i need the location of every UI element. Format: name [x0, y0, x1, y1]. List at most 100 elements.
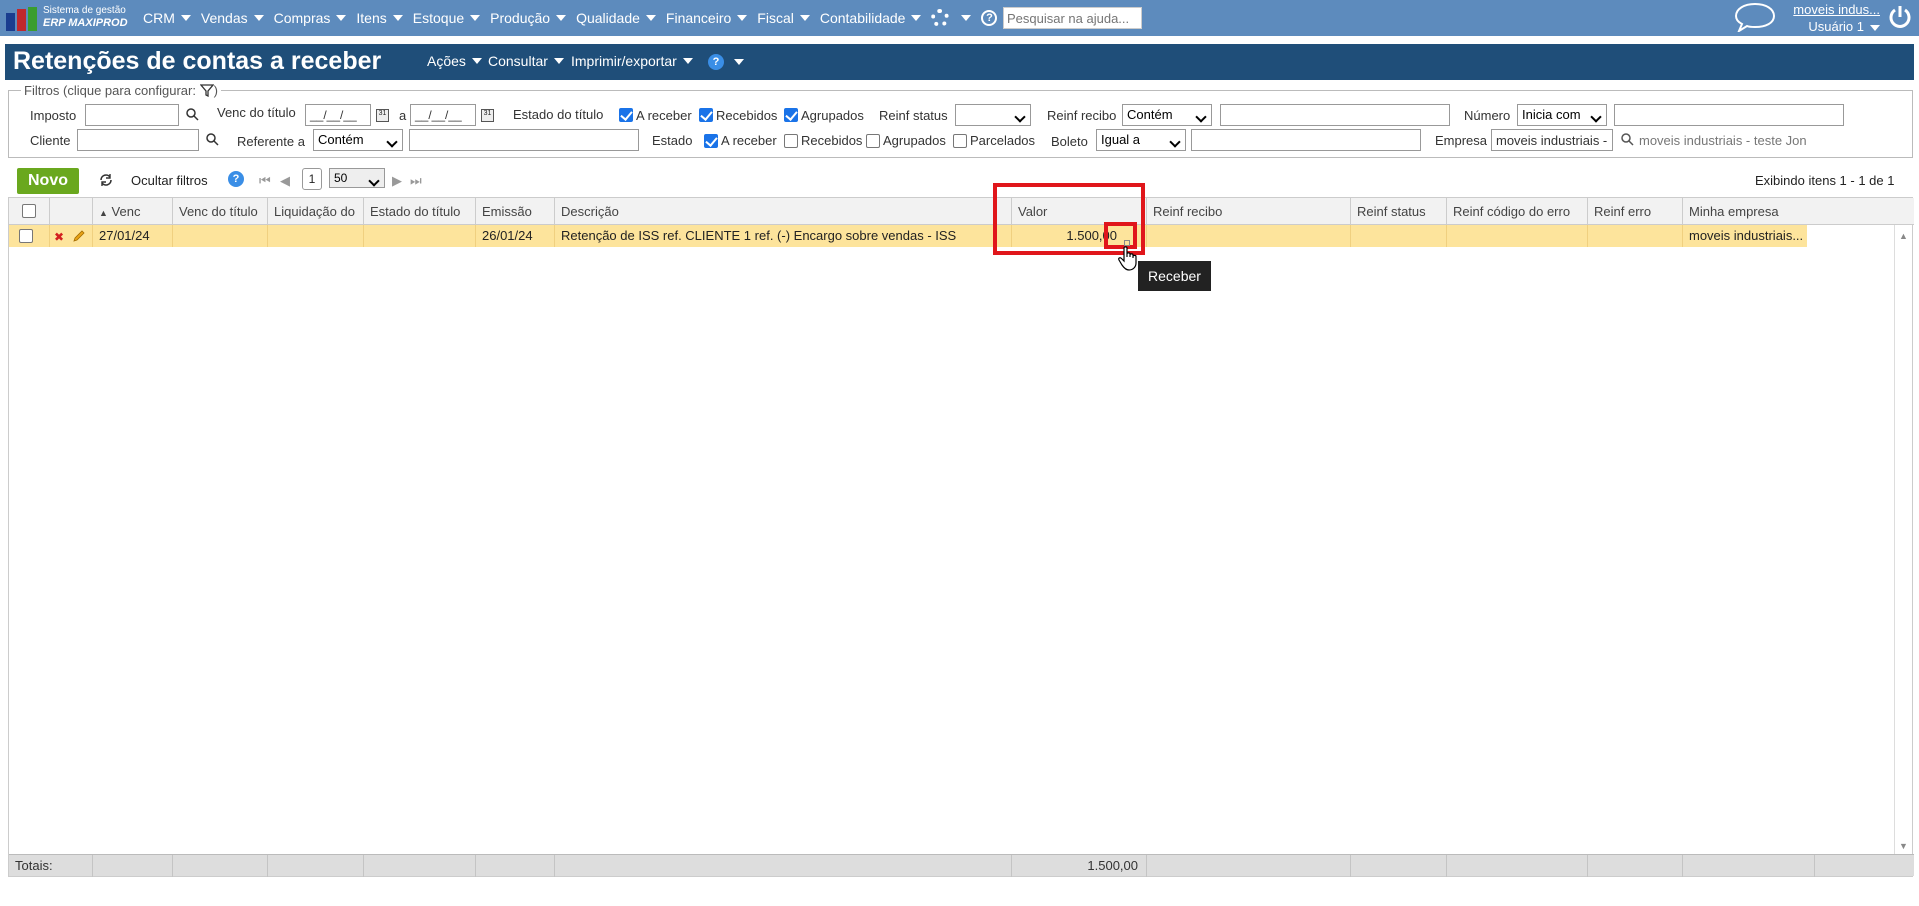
search-icon[interactable]: [1621, 133, 1634, 146]
menu-compras[interactable]: Compras: [274, 10, 347, 26]
menu-vendas[interactable]: Vendas: [201, 10, 264, 26]
prev-page-icon[interactable]: ◀: [280, 173, 290, 189]
menu-qualidade[interactable]: Qualidade: [576, 10, 656, 26]
estado-parcelados-checkbox[interactable]: [953, 134, 967, 148]
menu-estoque[interactable]: Estoque: [413, 10, 481, 26]
vertical-scrollbar[interactable]: ▲ ▼: [1894, 225, 1912, 855]
page-help[interactable]: ?: [708, 54, 744, 70]
boleto-input[interactable]: [1191, 129, 1421, 151]
ocultar-filtros-button[interactable]: Ocultar filtros: [131, 173, 208, 188]
cell-liquidacao: [268, 225, 364, 247]
imposto-input[interactable]: [85, 104, 179, 126]
filters-panel: Filtros (clique para configurar: ) Impos…: [8, 83, 1913, 158]
refresh-icon[interactable]: [98, 173, 114, 187]
totals-cell: [476, 855, 555, 877]
estado-agrupados-checkbox[interactable]: [866, 134, 880, 148]
page-number[interactable]: 1: [302, 168, 322, 190]
col-liquidacao[interactable]: Liquidação do: [268, 198, 364, 225]
numero-input[interactable]: [1614, 104, 1844, 126]
consultar-menu[interactable]: Consultar: [488, 53, 564, 69]
last-page-icon[interactable]: ⏭: [410, 173, 422, 189]
menu-crm[interactable]: CRM: [143, 10, 191, 26]
imprimir-menu[interactable]: Imprimir/exportar: [571, 53, 693, 69]
estado-parcelados-label: Parcelados: [970, 133, 1036, 148]
filters-legend[interactable]: Filtros (clique para configurar: ): [21, 83, 221, 98]
agrupados-label: Agrupados: [801, 108, 864, 123]
page-header: Retenções de contas a receber Ações Cons…: [5, 44, 1914, 80]
totals-row: Totais: 1.500,00: [9, 854, 1914, 877]
col-reinf-status[interactable]: Reinf status: [1351, 198, 1447, 225]
power-icon[interactable]: [1887, 4, 1913, 30]
reinf-recibo-input[interactable]: [1220, 104, 1450, 126]
estado-label: Estado: [652, 133, 693, 148]
search-icon[interactable]: [206, 133, 219, 146]
scroll-down-icon[interactable]: ▼: [1899, 841, 1908, 851]
referente-input[interactable]: [409, 129, 639, 151]
col-reinf-recibo[interactable]: Reinf recibo: [1147, 198, 1351, 225]
recebidos-checkbox[interactable]: [699, 108, 713, 122]
filter-icon[interactable]: [199, 84, 214, 98]
col-descricao[interactable]: Descrição: [555, 198, 1012, 225]
col-reinf-codigo-erro[interactable]: Reinf código do erro: [1447, 198, 1588, 225]
reinf-recibo-select[interactable]: Contém: [1122, 104, 1212, 126]
row-checkbox[interactable]: [19, 229, 33, 243]
totals-cell: [1683, 855, 1815, 877]
app-logo[interactable]: Sistema de gestão ERP MAXIPROD: [6, 4, 136, 32]
help-icon: ?: [981, 10, 998, 26]
delete-icon[interactable]: ✖: [54, 226, 64, 247]
col-minha-empresa[interactable]: Minha empresa: [1683, 198, 1807, 225]
first-page-icon[interactable]: ⏮: [259, 173, 271, 189]
a-receber-label: A receber: [636, 108, 692, 123]
novo-button[interactable]: Novo: [17, 168, 79, 194]
col-venc[interactable]: ▲ Venc: [93, 198, 173, 225]
a-receber-checkbox[interactable]: [619, 108, 633, 122]
actions-header: [50, 198, 93, 225]
numero-select[interactable]: Inicia com: [1517, 104, 1607, 126]
select-all-checkbox[interactable]: [22, 204, 36, 218]
table-row[interactable]: ✖ 27/01/24 26/01/24 Retenção de ISS ref.…: [9, 225, 1807, 247]
col-venc-titulo[interactable]: Venc do título: [173, 198, 268, 225]
reinf-status-select[interactable]: [955, 104, 1031, 126]
search-icon[interactable]: [186, 108, 199, 121]
totals-cell: [173, 855, 268, 877]
agrupados-checkbox[interactable]: [784, 108, 798, 122]
estado-a-receber-checkbox[interactable]: [704, 134, 718, 148]
boleto-select[interactable]: Igual a: [1096, 129, 1186, 151]
boleto-label: Boleto: [1051, 134, 1088, 149]
edit-pencil-icon[interactable]: [72, 229, 86, 243]
col-estado-titulo[interactable]: Estado do título: [364, 198, 476, 225]
cell-descricao: Retenção de ISS ref. CLIENTE 1 ref. (-) …: [555, 225, 1012, 247]
col-reinf-erro[interactable]: Reinf erro: [1588, 198, 1683, 225]
logo-icon: [6, 7, 37, 31]
gear-icon: [931, 9, 950, 27]
user-name[interactable]: Usuário 1: [1784, 18, 1880, 35]
menu-itens[interactable]: Itens: [356, 10, 403, 26]
next-page-icon[interactable]: ▶: [392, 173, 402, 189]
menu-financeiro[interactable]: Financeiro: [666, 10, 748, 26]
menu-fiscal[interactable]: Fiscal: [757, 10, 810, 26]
chat-icon[interactable]: [1734, 2, 1776, 32]
cliente-input[interactable]: [77, 129, 199, 151]
help-icon[interactable]: ?: [228, 171, 244, 187]
per-page-select[interactable]: 50: [329, 168, 385, 188]
page-title: Retenções de contas a receber: [13, 47, 382, 75]
col-emissao[interactable]: Emissão: [476, 198, 555, 225]
estado-agrupados-label: Agrupados: [883, 133, 946, 148]
date-from-input[interactable]: __/__/__: [305, 104, 371, 126]
empresa-input[interactable]: moveis industriais -: [1491, 129, 1613, 151]
user-info[interactable]: moveis indus... Usuário 1: [1784, 1, 1880, 35]
items-count: Exibindo itens 1 - 1 de 1: [1755, 173, 1895, 188]
calendar-icon[interactable]: 31: [376, 109, 389, 122]
calendar-icon[interactable]: 31: [481, 109, 494, 122]
scroll-up-icon[interactable]: ▲: [1899, 231, 1908, 241]
menu-contabilidade[interactable]: Contabilidade: [820, 10, 922, 26]
cliente-label: Cliente: [30, 133, 71, 148]
date-to-input[interactable]: __/__/__: [410, 104, 476, 126]
help-search-input[interactable]: [1003, 7, 1142, 29]
menu-producao[interactable]: Produção: [490, 10, 567, 26]
referente-select[interactable]: Contém: [313, 129, 403, 151]
company-link[interactable]: moveis indus...: [1784, 1, 1880, 18]
estado-recebidos-checkbox[interactable]: [784, 134, 798, 148]
settings-menu[interactable]: [931, 9, 972, 27]
acoes-menu[interactable]: Ações: [427, 53, 482, 69]
